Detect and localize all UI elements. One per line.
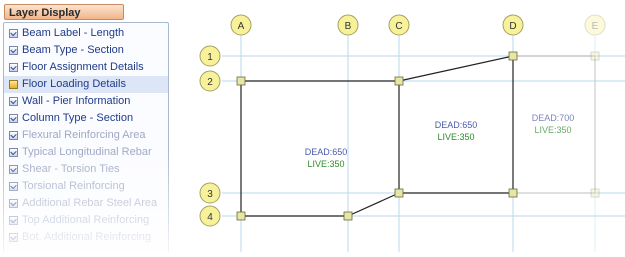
layer-checkbox-icon[interactable] xyxy=(9,148,18,157)
svg-text:3: 3 xyxy=(207,189,213,200)
grid-bubble-A[interactable]: A xyxy=(230,14,252,36)
row-bubbles: 1 2 3 4 xyxy=(199,45,221,227)
column[interactable] xyxy=(508,188,518,198)
layer-item-label: Floor Assignment Details xyxy=(22,61,144,73)
live-load-label: LIVE:350 xyxy=(534,125,571,135)
layer-checkbox-icon[interactable] xyxy=(9,216,18,225)
grid-bubble-3[interactable]: 3 xyxy=(199,182,221,204)
layer-list-box: Beam Label - Length Beam Type - Section Fl… xyxy=(3,22,169,252)
grid-bubble-B[interactable]: B xyxy=(337,14,359,36)
svg-text:A: A xyxy=(238,21,245,32)
layer-checkbox-icon[interactable] xyxy=(9,114,18,123)
column-bubbles: A B C D E xyxy=(230,14,606,36)
column[interactable] xyxy=(590,51,600,61)
beams xyxy=(240,55,596,217)
layer-checkbox-icon[interactable] xyxy=(9,63,18,72)
layer-item[interactable]: Bot. Additional Reinforcing xyxy=(4,229,168,246)
layer-item[interactable]: Torsional Reinforcing xyxy=(4,178,168,195)
svg-text:B: B xyxy=(345,21,352,32)
column[interactable] xyxy=(508,51,518,61)
grid-bubble-2[interactable]: 2 xyxy=(199,70,221,92)
layer-item-label: Column Type - Section xyxy=(22,112,134,124)
beam[interactable] xyxy=(398,55,514,82)
layer-list: Beam Label - Length Beam Type - Section Fl… xyxy=(4,25,168,246)
layer-item[interactable]: Column Type - Section xyxy=(4,110,168,127)
dead-load-label: DEAD:650 xyxy=(305,147,348,157)
svg-text:1: 1 xyxy=(207,52,213,63)
column[interactable] xyxy=(343,211,353,221)
layer-checkbox-icon[interactable] xyxy=(9,165,18,174)
svg-text:4: 4 xyxy=(207,212,213,223)
layer-item-label: Wall - Pier Information xyxy=(22,95,131,107)
layer-checkbox-icon[interactable] xyxy=(9,46,18,55)
layer-item-label: Typical Longitudinal Rebar xyxy=(22,146,152,158)
column[interactable] xyxy=(394,188,404,198)
layer-checkbox-icon[interactable] xyxy=(9,80,18,89)
svg-text:E: E xyxy=(592,21,599,32)
layer-checkbox-icon[interactable] xyxy=(9,182,18,191)
layer-display-title[interactable]: Layer Display xyxy=(4,4,124,20)
column[interactable] xyxy=(236,76,246,86)
floor-load-labels: DEAD:650 LIVE:350 DEAD:650 LIVE:350 DEAD… xyxy=(305,113,575,169)
layer-checkbox-icon[interactable] xyxy=(9,29,18,38)
dead-load-label: DEAD:700 xyxy=(532,113,575,123)
live-load-label: LIVE:350 xyxy=(307,159,344,169)
live-load-label: LIVE:350 xyxy=(437,132,474,142)
layer-checkbox-icon[interactable] xyxy=(9,131,18,140)
layer-item-label: Bot. Additional Reinforcing xyxy=(22,231,152,243)
column[interactable] xyxy=(590,188,600,198)
layer-item[interactable]: Beam Label - Length xyxy=(4,25,168,42)
column[interactable] xyxy=(394,76,404,86)
layer-item[interactable]: Floor Loading Details xyxy=(4,76,168,93)
grid-bubble-4[interactable]: 4 xyxy=(199,205,221,227)
layer-item[interactable]: Flexural Reinforcing Area xyxy=(4,127,168,144)
layer-item-label: Shear - Torsion Ties xyxy=(22,163,120,175)
svg-text:C: C xyxy=(395,21,402,32)
layer-item-label: Torsional Reinforcing xyxy=(22,180,125,192)
svg-text:D: D xyxy=(509,21,516,32)
layer-item[interactable]: Floor Assignment Details xyxy=(4,59,168,76)
floor-plan-drawing[interactable]: A B C D E 1 2 3 4 DEAD:650 LIVE:350 DEAD… xyxy=(170,0,625,252)
beam[interactable] xyxy=(347,192,400,217)
column[interactable] xyxy=(236,211,246,221)
layer-checkbox-icon[interactable] xyxy=(9,233,18,242)
layer-item[interactable]: Beam Type - Section xyxy=(4,42,168,59)
layer-checkbox-icon[interactable] xyxy=(9,97,18,106)
grid-lines xyxy=(222,36,625,252)
layer-item[interactable]: Top Additional Reinforcing xyxy=(4,212,168,229)
grid-bubble-C[interactable]: C xyxy=(388,14,410,36)
grid-bubble-1[interactable]: 1 xyxy=(199,45,221,67)
layer-item[interactable]: Shear - Torsion Ties xyxy=(4,161,168,178)
layer-item[interactable]: Wall - Pier Information xyxy=(4,93,168,110)
svg-text:2: 2 xyxy=(207,77,213,88)
grid-bubble-D[interactable]: D xyxy=(502,14,524,36)
dead-load-label: DEAD:650 xyxy=(435,120,478,130)
layer-item-label: Beam Type - Section xyxy=(22,44,124,56)
layer-item-label: Flexural Reinforcing Area xyxy=(22,129,146,141)
layer-item[interactable]: Typical Longitudinal Rebar xyxy=(4,144,168,161)
layer-item[interactable]: Additional Rebar Steel Area xyxy=(4,195,168,212)
layer-item-label: Top Additional Reinforcing xyxy=(22,214,150,226)
layer-item-label: Additional Rebar Steel Area xyxy=(22,197,158,209)
layer-item-label: Beam Label - Length xyxy=(22,27,125,39)
grid-bubble-E[interactable]: E xyxy=(584,14,606,36)
layer-checkbox-icon[interactable] xyxy=(9,199,18,208)
layer-item-label: Floor Loading Details xyxy=(22,78,126,90)
layer-display-panel: Layer Display Beam Label - Length Beam Ty… xyxy=(0,0,170,252)
